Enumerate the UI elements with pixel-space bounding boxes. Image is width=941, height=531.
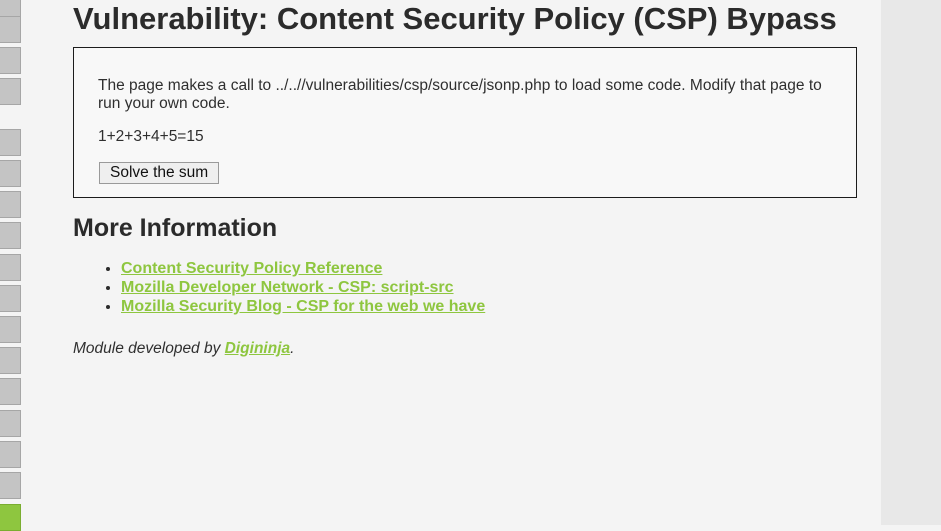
sum-output: 1+2+3+4+5=15 [98, 128, 204, 145]
sidebar-item[interactable] [0, 316, 21, 343]
credit-suffix: . [290, 340, 295, 357]
sidebar-item[interactable] [0, 285, 21, 312]
page-title: Vulnerability: Content Security Policy (… [73, 1, 837, 36]
more-information-heading: More Information [73, 214, 278, 242]
right-gutter [881, 0, 941, 525]
sidebar-item[interactable] [0, 0, 21, 17]
module-credit: Module developed by Digininja. [73, 340, 294, 358]
list-item: Mozilla Security Blog - CSP for the web … [121, 297, 485, 316]
list-item: Content Security Policy Reference [121, 259, 485, 278]
mdn-csp-script-src-link[interactable]: Mozilla Developer Network - CSP: script-… [121, 279, 454, 296]
sidebar-item[interactable] [0, 16, 21, 43]
sidebar-item[interactable] [0, 78, 21, 105]
sidebar-item[interactable] [0, 160, 21, 187]
credit-prefix: Module developed by [73, 340, 225, 357]
sidebar-item[interactable] [0, 410, 21, 437]
sidebar-item[interactable] [0, 47, 21, 74]
sidebar-item[interactable] [0, 222, 21, 249]
sidebar-item[interactable] [0, 441, 21, 468]
list-item: Mozilla Developer Network - CSP: script-… [121, 278, 485, 297]
sidebar-item[interactable] [0, 472, 21, 499]
sidebar-item[interactable] [0, 254, 21, 281]
csp-reference-link[interactable]: Content Security Policy Reference [121, 260, 382, 277]
sidebar-item[interactable] [0, 347, 21, 374]
sidebar-item[interactable] [0, 129, 21, 156]
more-information-links: Content Security Policy Reference Mozill… [73, 259, 485, 316]
mozilla-security-blog-link[interactable]: Mozilla Security Blog - CSP for the web … [121, 298, 485, 315]
sidebar-menu [0, 0, 22, 531]
author-link[interactable]: Digininja [225, 340, 290, 357]
sidebar-item[interactable] [0, 191, 21, 218]
sidebar-item[interactable] [0, 378, 21, 405]
vulnerability-description: The page makes a call to ../..//vulnerab… [98, 77, 822, 112]
solve-sum-button[interactable]: Solve the sum [99, 162, 220, 184]
sidebar-item-active[interactable] [0, 504, 21, 531]
vulnerability-box: The page makes a call to ../..//vulnerab… [73, 47, 857, 198]
